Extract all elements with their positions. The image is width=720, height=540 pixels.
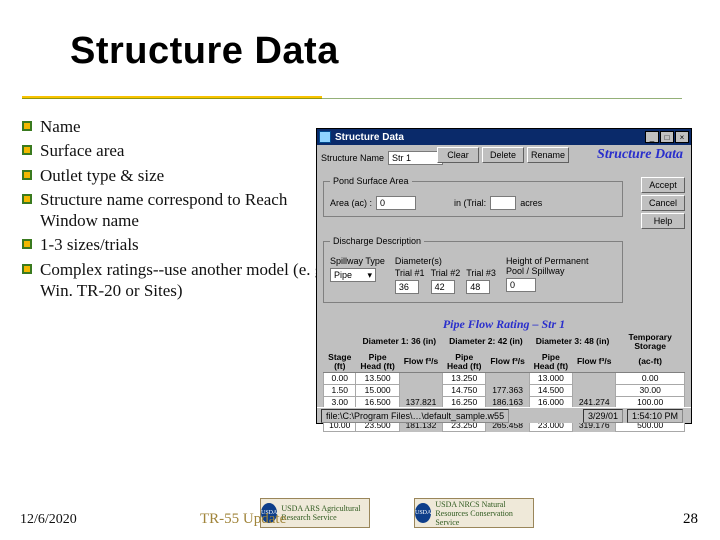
slide-title: Structure Data — [70, 30, 339, 73]
pond-acres-label: acres — [520, 198, 542, 208]
structure-name-label: Structure Name — [321, 153, 384, 163]
spillway-select[interactable]: Pipe▾ — [330, 268, 376, 282]
structure-name-input[interactable]: Str 1 — [388, 151, 443, 165]
pond-in-input[interactable] — [490, 196, 516, 210]
bullet-icon — [22, 264, 32, 274]
discharge-group: Discharge Description Spillway Type Pipe… — [323, 241, 623, 303]
title-underline — [22, 96, 682, 100]
trial2-col: Trial #2 42 — [431, 268, 461, 294]
close-button[interactable]: × — [675, 131, 689, 143]
col-group-d1: Diameter 1: 36 (in) — [356, 332, 443, 352]
bullet-item: 1-3 sizes/trials — [22, 234, 342, 255]
diameter-label: Diameter(s) — [395, 256, 496, 266]
usda-nrcs-logo: USDA USDA NRCS Natural Resources Conserv… — [414, 498, 534, 528]
col-h1: Pipe Head (ft) — [356, 352, 399, 372]
status-date: 3/29/01 — [583, 409, 623, 423]
window-heading: Structure Data — [597, 147, 683, 163]
col-f3: Flow f³/s — [573, 352, 616, 372]
usda-seal-icon: USDA — [415, 503, 431, 523]
height-col: Height of Permanent Pool / Spillway 0 — [506, 256, 596, 292]
footer-center-text: TR-55 Update — [200, 511, 286, 528]
bullet-icon — [22, 170, 32, 180]
col-stage: Stage (ft) — [324, 352, 356, 372]
bullet-list: Name Surface area Outlet type & size Str… — [22, 116, 342, 304]
pond-in-label: in (Trial: — [454, 198, 486, 208]
discharge-group-title: Discharge Description — [330, 236, 424, 246]
status-file-path: file:\C:\Program Files\…\default_sample.… — [321, 409, 509, 423]
col-group-d3: Diameter 3: 48 (in) — [529, 332, 616, 352]
delete-button[interactable]: Delete — [482, 147, 524, 163]
chevron-down-icon: ▾ — [367, 270, 372, 281]
titlebar: Structure Data _ □ × — [317, 129, 691, 145]
pond-area-row: Area (ac) : 0 in (Trial: acres — [330, 196, 616, 210]
table-row: 1.5015.00014.750177.36314.50030.00 — [324, 384, 685, 396]
bullet-icon — [22, 239, 32, 249]
slide-footer: 12/6/2020 USDA USDA ARS Agricultural Res… — [0, 488, 720, 528]
window-body: Structure Data Structure Name Str 1 ▾ Cl… — [317, 145, 691, 407]
col-f2: Flow f³/s — [486, 352, 529, 372]
rename-button[interactable]: Rename — [527, 147, 569, 163]
diameter-col: Diameter(s) Trial #1 36 Trial #2 42 — [395, 256, 496, 294]
bullet-item: Complex ratings--use another model (e. g… — [22, 259, 342, 302]
bullet-item: Structure name correspond to Reach Windo… — [22, 189, 342, 232]
col-group-d2: Diameter 2: 42 (in) — [443, 332, 530, 352]
spillway-col: Spillway Type Pipe▾ — [330, 256, 385, 282]
trial1-label: Trial #1 — [395, 268, 425, 278]
top-button-row: Clear Delete Rename — [437, 147, 569, 163]
window-title: Structure Data — [335, 132, 645, 143]
col-group-temp: Temporary Storage — [616, 332, 685, 352]
status-bar: file:\C:\Program Files\…\default_sample.… — [317, 407, 691, 423]
table-header-row-2: Stage (ft) Pipe Head (ft) Flow f³/s Pipe… — [324, 352, 685, 372]
bullet-icon — [22, 194, 32, 204]
pond-area-group-title: Pond Surface Area — [330, 176, 412, 186]
maximize-button[interactable]: □ — [660, 131, 674, 143]
pond-area-input[interactable]: 0 — [376, 196, 416, 210]
bullet-item: Name — [22, 116, 342, 137]
trial3-label: Trial #3 — [466, 268, 496, 278]
clear-button[interactable]: Clear — [437, 147, 479, 163]
col-h3: Pipe Head (ft) — [529, 352, 572, 372]
accept-button[interactable]: Accept — [641, 177, 685, 193]
minimize-button[interactable]: _ — [645, 131, 659, 143]
col-temp: (ac-ft) — [616, 352, 685, 372]
trials-row: Trial #1 36 Trial #2 42 Trial #3 48 — [395, 268, 496, 294]
bullet-icon — [22, 121, 32, 131]
help-button[interactable]: Help — [641, 213, 685, 229]
col-f1: Flow f³/s — [399, 352, 442, 372]
pond-area-label: Area (ac) : — [330, 198, 372, 208]
bullet-item: Outlet type & size — [22, 165, 342, 186]
spillway-label: Spillway Type — [330, 256, 385, 266]
trial1-input[interactable]: 36 — [395, 280, 419, 294]
slide-title-wrap: Structure Data — [70, 30, 339, 73]
height-input[interactable]: 0 — [506, 278, 536, 292]
cancel-button[interactable]: Cancel — [641, 195, 685, 211]
slide: Structure Data Name Surface area Outlet … — [0, 0, 720, 540]
app-icon — [319, 131, 331, 143]
bullet-icon — [22, 145, 32, 155]
trial3-input[interactable]: 48 — [466, 280, 490, 294]
status-time: 1:54:10 PM — [627, 409, 683, 423]
pond-area-group: Pond Surface Area Area (ac) : 0 in (Tria… — [323, 181, 623, 217]
trial3-col: Trial #3 48 — [466, 268, 496, 294]
footer-date: 12/6/2020 — [20, 512, 77, 528]
window-buttons: _ □ × — [645, 131, 689, 143]
trial2-input[interactable]: 42 — [431, 280, 455, 294]
trial1-col: Trial #1 36 — [395, 268, 425, 294]
pond-area-group-wrap: Pond Surface Area Area (ac) : 0 in (Tria… — [323, 179, 623, 217]
table-header-row-1: Diameter 1: 36 (in) Diameter 2: 42 (in) … — [324, 332, 685, 352]
footer-logos: USDA USDA ARS Agricultural Research Serv… — [260, 498, 534, 528]
col-h2: Pipe Head (ft) — [443, 352, 486, 372]
height-label: Height of Permanent Pool / Spillway — [506, 256, 596, 276]
discharge-group-wrap: Discharge Description Spillway Type Pipe… — [323, 239, 623, 303]
bullet-item: Surface area — [22, 140, 342, 161]
side-button-column: Accept Cancel Help — [641, 177, 685, 229]
trial2-label: Trial #2 — [431, 268, 461, 278]
discharge-row: Spillway Type Pipe▾ Diameter(s) Trial #1… — [330, 256, 616, 294]
structure-data-window: Structure Data _ □ × Structure Data Stru… — [316, 128, 692, 424]
footer-page-number: 28 — [683, 511, 698, 528]
table-row: 0.0013.50013.25013.0000.00 — [324, 372, 685, 384]
rating-table-title: Pipe Flow Rating – Str 1 — [323, 317, 685, 332]
